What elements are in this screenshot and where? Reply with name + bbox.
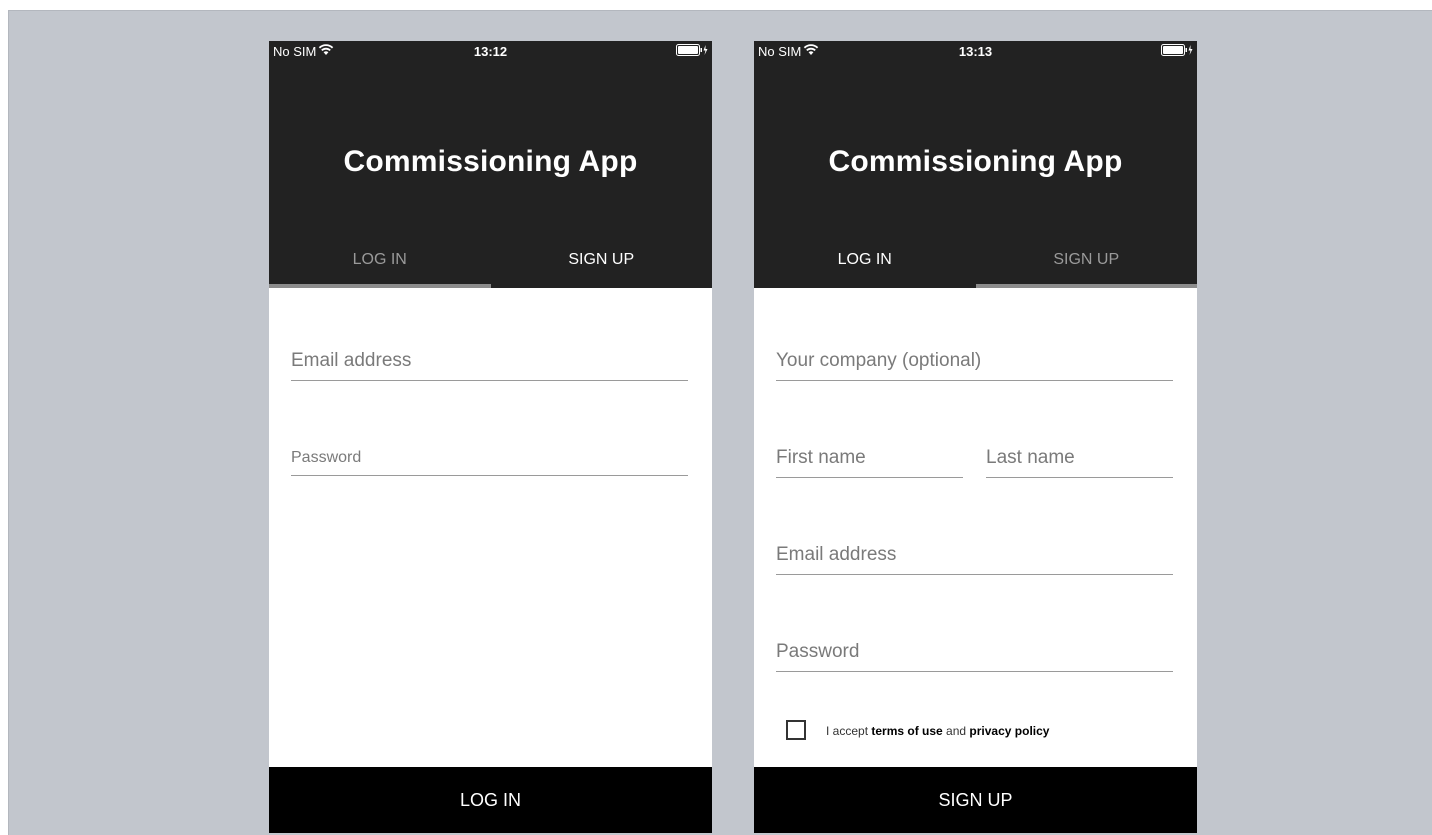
last-name-placeholder: Last name (986, 447, 1075, 468)
app-header: No SIM 13:13 Commissioning App LOG IN SI… (754, 41, 1197, 288)
terms-checkbox[interactable] (786, 720, 806, 740)
app-title: Commissioning App (828, 145, 1123, 178)
tab-login-label: LOG IN (352, 251, 407, 268)
battery-charging-icon (676, 44, 708, 59)
status-time: 13:13 (958, 44, 993, 59)
terms-text: I accept terms of use and privacy policy (826, 724, 1049, 738)
email-field[interactable]: Email address (291, 342, 688, 381)
signup-screen: No SIM 13:13 Commissioning App LOG IN SI… (754, 41, 1197, 833)
status-bar: No SIM 13:13 (754, 41, 1197, 61)
canvas-background: No SIM 13:12 Commissioning App LOG IN SI… (8, 10, 1432, 835)
tab-signup[interactable]: SIGN UP (491, 237, 713, 288)
terms-of-use-link[interactable]: terms of use (871, 724, 942, 738)
tab-signup-label: SIGN UP (1053, 251, 1120, 268)
tab-signup[interactable]: SIGN UP (975, 237, 1197, 288)
email-placeholder: Email address (776, 544, 897, 565)
tab-login-label: LOG IN (837, 251, 892, 268)
password-placeholder: Password (291, 449, 362, 466)
privacy-policy-link[interactable]: privacy policy (969, 724, 1049, 738)
auth-tabs: LOG IN SIGN UP (269, 237, 712, 288)
company-placeholder: Your company (optional) (776, 350, 982, 371)
status-time: 13:12 (473, 44, 508, 59)
status-bar: No SIM 13:12 (269, 41, 712, 61)
tab-signup-label: SIGN UP (568, 251, 635, 268)
battery-charging-icon (1161, 44, 1193, 59)
tab-indicator (269, 284, 491, 288)
tab-login[interactable]: LOG IN (754, 237, 976, 288)
password-field[interactable]: Password (291, 437, 688, 476)
last-name-field[interactable]: Last name (986, 439, 1173, 478)
tab-indicator (975, 284, 1197, 288)
login-button[interactable]: LOG IN (269, 767, 712, 833)
company-field[interactable]: Your company (optional) (776, 342, 1173, 381)
password-field[interactable]: Password (776, 633, 1173, 672)
first-name-field[interactable]: First name (776, 439, 963, 478)
first-name-placeholder: First name (776, 447, 866, 468)
app-header: No SIM 13:12 Commissioning App LOG IN SI… (269, 41, 712, 288)
app-title: Commissioning App (343, 145, 638, 178)
password-placeholder: Password (776, 641, 860, 662)
login-screen: No SIM 13:12 Commissioning App LOG IN SI… (269, 41, 712, 833)
signup-button[interactable]: SIGN UP (754, 767, 1197, 833)
email-field[interactable]: Email address (776, 536, 1173, 575)
auth-tabs: LOG IN SIGN UP (754, 237, 1197, 288)
tab-login[interactable]: LOG IN (269, 237, 491, 288)
terms-prefix: I accept (826, 724, 872, 738)
email-placeholder: Email address (291, 350, 412, 371)
terms-middle: and (942, 724, 970, 738)
